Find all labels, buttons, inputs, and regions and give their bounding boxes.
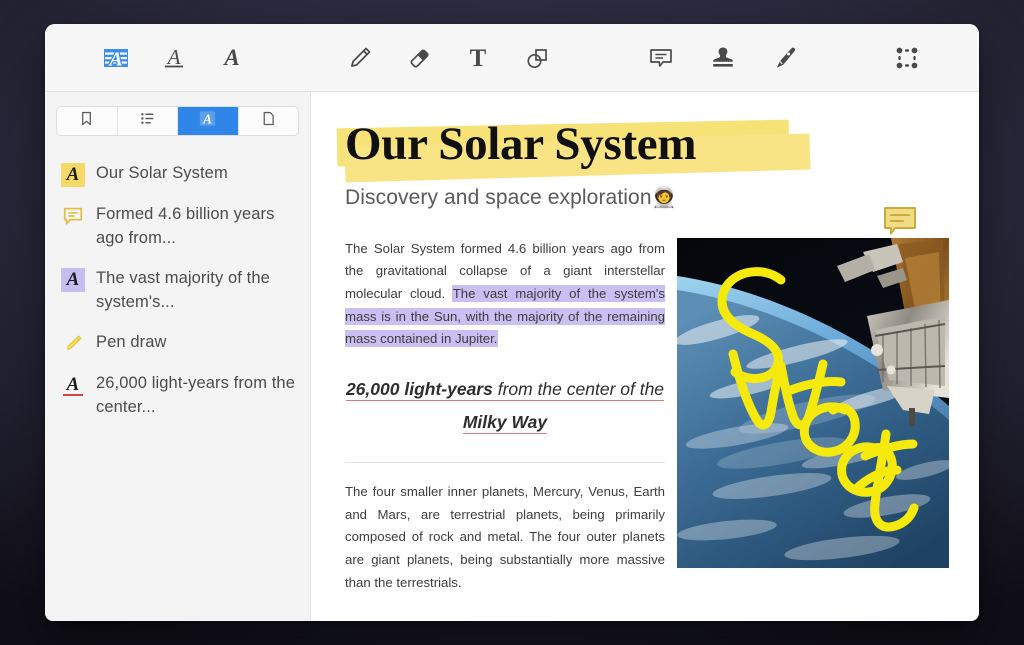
toolbar-markup-group: A A A [93, 35, 255, 81]
svg-text:A: A [222, 45, 239, 70]
highlight-icon: A [102, 44, 130, 72]
svg-text:T: T [470, 45, 487, 72]
page-subtitle: Discovery and space exploration🧑‍🚀 [345, 185, 947, 210]
area-select-tool-button[interactable] [884, 35, 930, 81]
page-title: Our Solar System [345, 118, 697, 170]
page-subtitle-text: Discovery and space exploration [345, 185, 652, 209]
page-icon [260, 110, 277, 132]
document-page[interactable]: Our Solar System Discovery and space exp… [311, 92, 979, 621]
window-body: A A Our Solar System Formed 4.6 billion … [45, 92, 979, 621]
pencil-icon [345, 43, 375, 73]
annotation-list-item[interactable]: A Our Solar System [61, 154, 300, 195]
image-column [677, 237, 949, 595]
annotation-item-label: Formed 4.6 billion years ago from... [96, 205, 275, 248]
svg-text:A: A [202, 111, 212, 126]
annotation-a-icon: A [198, 109, 217, 133]
shapes-tool-button[interactable] [514, 35, 560, 81]
sidebar-tab-pages[interactable] [239, 107, 299, 135]
underline-a-icon: A [61, 373, 85, 397]
list-icon [139, 110, 156, 132]
svg-text:A: A [107, 48, 122, 70]
comment-tool-button[interactable] [638, 35, 684, 81]
paragraph-intro: The Solar System formed 4.6 billion year… [345, 238, 665, 352]
comment-marker-annotation[interactable] [883, 206, 917, 236]
annotation-list-item[interactable]: Pen draw [61, 323, 300, 364]
sidebar-tab-bookmarks[interactable] [57, 107, 118, 135]
annotation-item-label: Pen draw [96, 332, 167, 351]
section-divider [345, 461, 665, 463]
strikeout-icon: A [218, 44, 246, 72]
area-select-icon [893, 44, 921, 72]
pencil-icon [61, 332, 85, 356]
annotation-list-item[interactable]: A 26,000 light-years from the center... [61, 364, 300, 428]
pull-quote-bold-end: Milky Way [462, 411, 548, 434]
sidebar: A A Our Solar System Formed 4.6 billion … [45, 92, 311, 621]
pencil-tool-button[interactable] [337, 35, 383, 81]
signature-tool-button[interactable] [762, 35, 808, 81]
highlight-a-icon: A [61, 163, 85, 187]
comment-icon [646, 43, 676, 73]
highlight-tool-button[interactable]: A [93, 35, 139, 81]
pull-quote-middle: from the center of the [492, 379, 665, 402]
paragraph-planets: The four smaller inner planets, Mercury,… [345, 483, 665, 590]
toolbar-insert-group [638, 35, 808, 81]
comment-icon [61, 204, 85, 228]
pull-quote[interactable]: 26,000 light-years from the center of th… [345, 373, 665, 438]
shapes-icon [522, 43, 552, 73]
pdf-annotator-window: A A A T A A Our Solar System Formed 4.6 … [45, 24, 979, 621]
text-icon: T [463, 43, 493, 73]
toolbar-select-group [884, 35, 930, 81]
highlight-a-icon: A [61, 267, 85, 292]
underline-tool-button[interactable]: A [151, 35, 197, 81]
strikeout-tool-button[interactable]: A [209, 35, 255, 81]
annotation-list-item[interactable]: Formed 4.6 billion years ago from... [61, 195, 300, 259]
sidebar-tab-bar: A [56, 106, 299, 136]
signature-pen-icon [770, 43, 800, 73]
annotation-item-label: 26,000 light-years from the center... [96, 373, 295, 417]
underline-icon: A [160, 44, 188, 72]
eraser-tool-button[interactable] [396, 35, 442, 81]
astronaut-emoji: 🧑‍🚀 [651, 186, 677, 209]
document-columns: The Solar System formed 4.6 billion year… [345, 237, 949, 595]
annotation-list-item[interactable]: A The vast majority of the system's... [61, 259, 300, 323]
orbit-photo [677, 237, 949, 568]
orbit-photo-graphic [677, 237, 949, 568]
stamp-icon [708, 43, 738, 73]
text-tool-button[interactable]: T [455, 35, 501, 81]
document-title-block: Our Solar System [336, 118, 811, 183]
eraser-icon [404, 43, 434, 73]
stamp-tool-button[interactable] [700, 35, 746, 81]
sidebar-tab-outline[interactable] [118, 107, 178, 135]
toolbar-draw-group: T [337, 35, 560, 81]
pull-quote-bold-start: 26,000 light-years [345, 379, 493, 402]
svg-text:A: A [166, 45, 181, 69]
annotation-item-label: The vast majority of the system's... [96, 268, 270, 312]
annotation-list: A Our Solar System Formed 4.6 billion ye… [45, 154, 310, 427]
annotation-item-label: Our Solar System [96, 164, 228, 182]
sidebar-tab-annotations[interactable]: A [178, 107, 239, 135]
text-column: The Solar System formed 4.6 billion year… [345, 238, 665, 595]
bookmark-icon [78, 110, 95, 132]
toolbar: A A A T [45, 24, 979, 92]
